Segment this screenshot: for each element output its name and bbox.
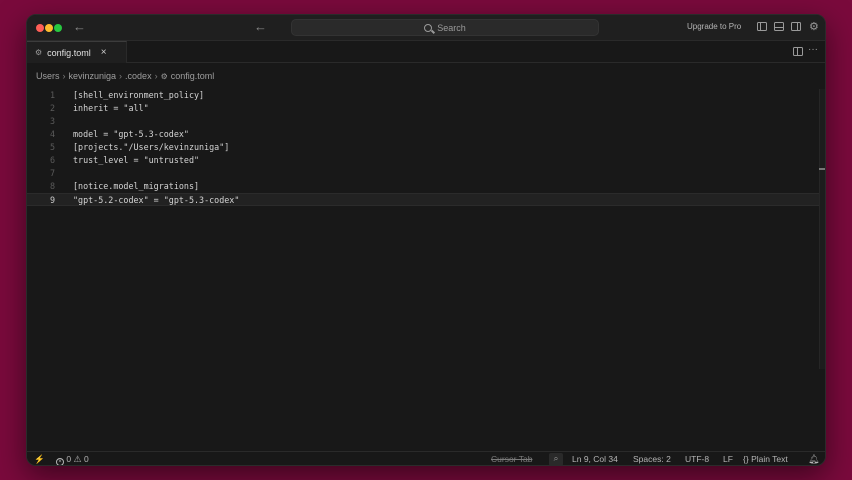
line-number: 3 <box>49 116 55 126</box>
breadcrumb-codex[interactable]: .codex <box>125 71 152 81</box>
vertical-scrollbar[interactable] <box>819 89 825 369</box>
line-number: 2 <box>49 103 55 113</box>
maximize-window-button[interactable] <box>54 24 62 32</box>
breadcrumb: Users › kevinzuniga › .codex › ⚙ config.… <box>36 71 214 81</box>
code-line[interactable]: 2 inherit = "all" <box>27 102 825 115</box>
gear-file-icon: ⚙ <box>160 71 168 81</box>
code-line[interactable]: 4 model = "gpt-5.3-codex" <box>27 128 825 141</box>
more-actions-icon[interactable]: ··· <box>808 44 818 55</box>
tab-bar: ⚙ config.toml × ··· <box>27 41 825 63</box>
status-bar: ⚡ × 0 ⚠ 0 Cursor Tab ⌕ Ln 9, Col 34 Spac… <box>27 451 825 465</box>
language-label: Plain Text <box>751 454 788 464</box>
end-of-line-setting[interactable]: LF <box>723 454 733 464</box>
navigate-back-icon[interactable]: ← <box>254 19 267 35</box>
line-number: 7 <box>49 168 55 178</box>
toggle-secondary-sidebar-icon[interactable] <box>791 22 801 31</box>
notifications-bell-icon[interactable]: 🔔︎ <box>808 454 819 465</box>
error-count: 0 <box>66 454 72 464</box>
code-line[interactable]: 6 trust_level = "untrusted" <box>27 154 825 167</box>
braces-icon: {} <box>743 454 749 464</box>
line-text: inherit = "all" <box>73 103 149 113</box>
gear-file-icon: ⚙ <box>35 48 43 57</box>
line-text: [shell_environment_policy] <box>73 90 205 100</box>
settings-gear-icon[interactable]: ⚙ <box>809 20 819 33</box>
line-number: 8 <box>49 181 55 191</box>
code-line[interactable]: 1 [shell_environment_policy] <box>27 89 825 102</box>
line-number: 1 <box>49 90 55 100</box>
code-line[interactable]: 3 <box>27 115 825 128</box>
line-number: 4 <box>49 129 55 139</box>
editor-window: ← ← Search Upgrade to Pro ⚙ ⚙ config.tom… <box>26 14 826 466</box>
code-line[interactable]: 5 [projects."/Users/kevinzuniga"] <box>27 141 825 154</box>
search-bar[interactable]: Search <box>291 19 599 36</box>
language-mode[interactable]: {} Plain Text <box>743 454 788 464</box>
chevron-right-icon: › <box>119 71 123 81</box>
warning-icon: ⚠ <box>73 454 82 464</box>
cursor-tab-status[interactable]: Cursor Tab <box>491 454 532 464</box>
chevron-right-icon: › <box>154 71 158 81</box>
code-editor[interactable]: 1 [shell_environment_policy] 2 inherit =… <box>27 89 825 451</box>
upgrade-to-pro-button[interactable]: Upgrade to Pro <box>687 22 741 31</box>
tab-config-toml[interactable]: ⚙ config.toml × <box>27 41 127 63</box>
title-bar: ← ← Search Upgrade to Pro ⚙ <box>27 15 825 41</box>
search-icon <box>424 23 433 32</box>
indentation-setting[interactable]: Spaces: 2 <box>633 454 671 464</box>
problems-indicator[interactable]: × 0 ⚠ 0 <box>56 454 89 465</box>
breadcrumb-kevinzuniga[interactable]: kevinzuniga <box>69 71 117 81</box>
code-line[interactable]: 8 [notice.model_migrations] <box>27 180 825 193</box>
line-number: 6 <box>49 155 55 165</box>
cursor-position[interactable]: Ln 9, Col 34 <box>572 454 618 464</box>
close-window-button[interactable] <box>36 24 44 32</box>
back-arrow-icon[interactable]: ← <box>73 19 86 35</box>
split-editor-icon[interactable] <box>793 47 803 56</box>
chevron-right-icon: › <box>62 71 66 81</box>
code-line[interactable]: 7 <box>27 167 825 180</box>
line-text: trust_level = "untrusted" <box>73 155 200 165</box>
error-icon: × <box>56 458 64 465</box>
warning-count: 0 <box>83 454 89 464</box>
toggle-panel-icon[interactable] <box>774 22 784 31</box>
code-line-current[interactable]: 9 "gpt-5.2-codex" = "gpt-5.3-codex" <box>27 193 825 206</box>
line-text: model = "gpt-5.3-codex" <box>73 129 189 139</box>
encoding-setting[interactable]: UTF-8 <box>685 454 709 464</box>
search-placeholder: Search <box>437 22 466 33</box>
minimize-window-button[interactable] <box>45 24 53 32</box>
breadcrumb-config-toml[interactable]: config.toml <box>171 71 215 81</box>
line-text: [notice.model_migrations] <box>73 181 200 191</box>
line-text: "gpt-5.2-codex" = "gpt-5.3-codex" <box>73 195 240 205</box>
breadcrumb-users[interactable]: Users <box>36 71 60 81</box>
close-tab-icon[interactable]: × <box>101 47 107 58</box>
line-text: [projects."/Users/kevinzuniga"] <box>73 142 230 152</box>
line-number: 9 <box>49 195 55 205</box>
scrollbar-thumb[interactable] <box>819 168 825 170</box>
remote-indicator-icon[interactable]: ⚡ <box>34 454 45 465</box>
zoom-search-icon[interactable]: ⌕ <box>549 453 563 465</box>
line-number: 5 <box>49 142 55 152</box>
toggle-primary-sidebar-icon[interactable] <box>757 22 767 31</box>
tab-label: config.toml <box>47 47 91 58</box>
